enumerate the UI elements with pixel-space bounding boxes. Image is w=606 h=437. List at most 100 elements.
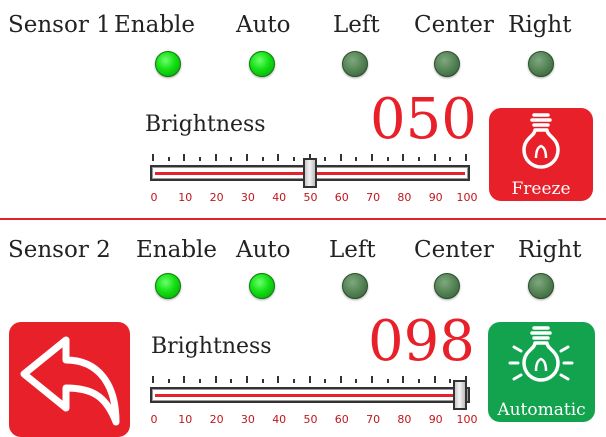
sensor2-brightness-slider[interactable]: 0 10 20 30 40 50 60 70 80 90 100 — [148, 363, 478, 437]
sensor2-auto-led — [249, 273, 275, 299]
sensor2-label-enable: Enable — [136, 237, 218, 263]
automatic-button[interactable]: Automatic — [488, 322, 595, 422]
slider-tick — [418, 379, 421, 383]
slider-scale-label: 10 — [178, 413, 193, 426]
slider-tick — [167, 379, 170, 383]
sensor1-label-left: Left — [333, 12, 380, 38]
sensor1-enable-led — [155, 51, 181, 77]
slider-tick — [449, 157, 452, 161]
sensor1-auto-led — [249, 51, 275, 77]
sensor2-center-led — [434, 273, 460, 299]
sensor2-slider-thumb[interactable] — [452, 380, 467, 410]
slider-tick — [324, 157, 327, 161]
sensor1-slider-thumb[interactable] — [302, 158, 317, 188]
slider-scale-label: 30 — [240, 413, 255, 426]
slider-tick — [152, 376, 154, 383]
slider-tick — [355, 157, 358, 161]
sensor1-brightness-value: 050 — [370, 87, 477, 152]
slider-scale-label: 100 — [456, 413, 478, 426]
sensor1-label-enable: Enable — [114, 12, 196, 38]
sensor1-label-center: Center — [414, 12, 494, 38]
sensor2-label-left: Left — [329, 237, 376, 263]
slider-tick — [230, 157, 233, 161]
slider-tick — [339, 154, 342, 161]
slider-tick — [355, 379, 358, 383]
slider-scale-label: 90 — [428, 413, 443, 426]
slider-scale-label: 100 — [456, 191, 478, 204]
slider-tick — [371, 376, 374, 383]
lightbulb-icon — [522, 113, 560, 169]
slider-scale-label: 70 — [366, 413, 381, 426]
slider-scale-label: 0 — [150, 191, 158, 204]
sensor1-left-led — [342, 51, 368, 77]
slider-tick — [386, 157, 389, 161]
slider-tick — [214, 376, 217, 383]
slider-tick — [277, 154, 280, 161]
sensor1-right-led — [528, 51, 554, 77]
back-button[interactable] — [9, 322, 130, 437]
sensor1-brightness-slider[interactable]: 0 10 20 30 40 50 60 70 80 90 100 — [148, 146, 478, 204]
slider-scale-label: 80 — [397, 191, 412, 204]
sensor2-title: Sensor 2 — [8, 237, 111, 263]
slider-tick — [371, 154, 374, 161]
slider-tick — [152, 154, 154, 161]
slider-scale-label: 60 — [334, 413, 349, 426]
slider-tick — [402, 154, 405, 161]
sensor2-brightness-label: Brightness — [151, 334, 272, 359]
sensor2-slider-track[interactable] — [150, 387, 470, 403]
slider-tick — [433, 154, 436, 161]
slider-tick — [261, 157, 264, 161]
sensor-divider — [0, 218, 606, 220]
sensor2-left-led — [342, 273, 368, 299]
sensor2-right-led — [528, 273, 554, 299]
slider-tick — [198, 157, 201, 161]
slider-scale-label: 50 — [303, 413, 318, 426]
slider-scale-label: 20 — [209, 413, 224, 426]
slider-tick — [214, 154, 217, 161]
sensor1-label-right: Right — [508, 12, 572, 38]
slider-tick — [449, 379, 452, 383]
slider-scale-label: 90 — [428, 191, 443, 204]
slider-tick — [245, 376, 248, 383]
sensor2-label-right: Right — [518, 237, 582, 263]
slider-tick — [261, 379, 264, 383]
sensor2-panel: Sensor 2 Enable Auto Left Center Right B… — [0, 222, 606, 437]
slider-tick — [277, 376, 280, 383]
slider-tick — [339, 376, 342, 383]
slider-tick — [198, 379, 201, 383]
sensor2-enable-led — [155, 273, 181, 299]
sensor1-title: Sensor 1 — [8, 12, 111, 38]
slider-tick — [183, 154, 186, 161]
slider-tick — [465, 154, 467, 161]
freeze-button-label: Freeze — [511, 179, 571, 199]
slider-tick — [230, 379, 233, 383]
slider-scale-label: 70 — [366, 191, 381, 204]
slider-scale-label: 10 — [178, 191, 193, 204]
slider-tick — [386, 379, 389, 383]
slider-tick — [402, 376, 405, 383]
slider-tick — [308, 376, 311, 383]
lightbulb-glowing-icon — [508, 326, 574, 382]
slider-tick — [183, 376, 186, 383]
slider-tick — [418, 157, 421, 161]
slider-scale-label: 40 — [272, 191, 287, 204]
back-arrow-icon — [20, 336, 120, 426]
slider-tick — [167, 157, 170, 161]
sensor1-panel: Sensor 1 Enable Auto Left Center Right B… — [0, 0, 606, 218]
sensor1-brightness-label: Brightness — [145, 112, 266, 137]
freeze-button[interactable]: Freeze — [489, 108, 593, 201]
slider-scale-label: 60 — [334, 191, 349, 204]
slider-scale-label: 80 — [397, 413, 412, 426]
slider-tick — [433, 376, 436, 383]
automatic-button-label: Automatic — [497, 400, 586, 420]
sensor2-brightness-value: 098 — [368, 309, 475, 374]
sensor2-label-center: Center — [414, 237, 494, 263]
sensor1-center-led — [434, 51, 460, 77]
slider-tick — [292, 157, 295, 161]
slider-scale-label: 20 — [209, 191, 224, 204]
sensor2-label-auto: Auto — [236, 237, 291, 263]
sensor1-label-auto: Auto — [236, 12, 291, 38]
slider-scale-label: 40 — [272, 413, 287, 426]
slider-scale-label: 30 — [240, 191, 255, 204]
slider-tick — [324, 379, 327, 383]
